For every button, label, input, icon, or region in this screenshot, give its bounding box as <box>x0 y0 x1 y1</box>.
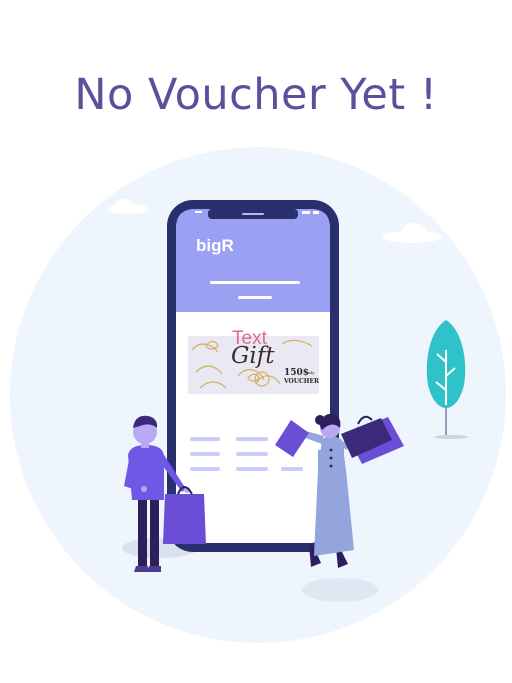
gift-card-headline: Gift <box>231 343 275 369</box>
gift-card-price-suffix: only <box>306 370 315 375</box>
app-brand-logo: bigR <box>196 236 234 255</box>
gift-card-voucher-label: VOUCHER <box>284 378 320 385</box>
